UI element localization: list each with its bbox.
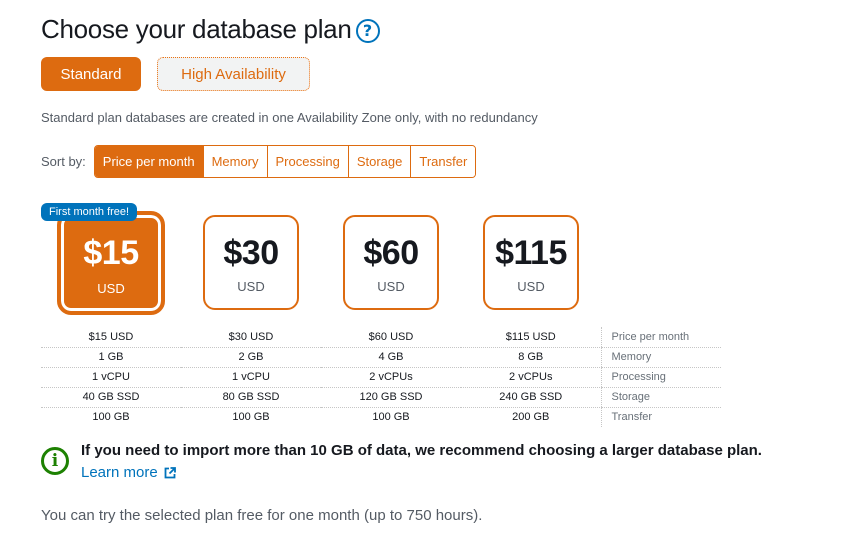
spec-cell: 1 vCPU bbox=[181, 367, 321, 388]
plan-price: $115 bbox=[495, 234, 567, 272]
spec-row-storage: 40 GB SSD 80 GB SSD 120 GB SSD 240 GB SS… bbox=[41, 387, 721, 408]
spec-cell: 2 vCPUs bbox=[321, 367, 461, 388]
import-notice: i If you need to import more than 10 GB … bbox=[41, 440, 762, 484]
sort-transfer[interactable]: Transfer bbox=[410, 146, 476, 177]
spec-cell: 240 GB SSD bbox=[461, 387, 601, 408]
spec-cell: 1 GB bbox=[41, 347, 181, 368]
sort-memory[interactable]: Memory bbox=[202, 146, 267, 177]
plan-price: $60 bbox=[363, 234, 419, 272]
question-circle-icon[interactable]: ? bbox=[355, 18, 380, 43]
info-circle-icon: i bbox=[41, 447, 69, 475]
plan-card-15[interactable]: $15 USD bbox=[57, 211, 165, 315]
external-link-icon bbox=[164, 467, 176, 479]
spec-cell: 2 GB bbox=[181, 347, 321, 368]
learn-more-link[interactable]: Learn more bbox=[81, 462, 176, 484]
first-month-free-badge: First month free! bbox=[41, 203, 138, 221]
plan-currency: USD bbox=[517, 279, 545, 294]
spec-cell: 2 vCPUs bbox=[461, 367, 601, 388]
spec-row-processing: 1 vCPU 1 vCPU 2 vCPUs 2 vCPUs Processing bbox=[41, 367, 721, 388]
spec-cell: 4 GB bbox=[321, 347, 461, 368]
spec-cell: $30 USD bbox=[181, 327, 321, 348]
plan-currency: USD bbox=[377, 279, 405, 294]
spec-row-memory: 1 GB 2 GB 4 GB 8 GB Memory bbox=[41, 347, 721, 368]
plan-type-toggle: Standard High Availability bbox=[41, 57, 310, 91]
spec-cell: $115 USD bbox=[461, 327, 601, 348]
spec-label: Processing bbox=[600, 367, 721, 388]
header: Choose your database plan ? bbox=[41, 14, 380, 45]
spec-cell: $60 USD bbox=[321, 327, 461, 348]
plan-currency: USD bbox=[237, 279, 265, 294]
sort-price-per-month[interactable]: Price per month bbox=[94, 146, 203, 177]
free-trial-note: You can try the selected plan free for o… bbox=[41, 507, 483, 524]
sort-options: Price per month Memory Processing Storag… bbox=[93, 145, 477, 178]
spec-label: Transfer bbox=[600, 407, 721, 427]
spec-row-price: $15 USD $30 USD $60 USD $115 USD Price p… bbox=[41, 327, 721, 348]
plan-card-30[interactable]: $30 USD bbox=[203, 215, 299, 310]
plan-price: $15 bbox=[83, 234, 139, 272]
sort-storage[interactable]: Storage bbox=[347, 146, 411, 177]
spec-cell: 1 vCPU bbox=[41, 367, 181, 388]
spec-label: Price per month bbox=[600, 327, 721, 348]
learn-more-label: Learn more bbox=[81, 464, 158, 481]
plan-price: $30 bbox=[223, 234, 279, 272]
spec-cell: 40 GB SSD bbox=[41, 387, 181, 408]
spec-cell: 80 GB SSD bbox=[181, 387, 321, 408]
plan-cards: First month free! $15 USD $30 USD $60 US… bbox=[0, 200, 842, 320]
plan-card-60[interactable]: $60 USD bbox=[343, 215, 439, 310]
spec-cell: 200 GB bbox=[512, 411, 550, 424]
sort-processing[interactable]: Processing bbox=[266, 146, 348, 177]
page-title: Choose your database plan bbox=[41, 14, 352, 44]
spec-cell: 8 GB bbox=[461, 347, 601, 368]
spec-row-transfer: 100 GB 100 GB 100 GB 200 GB Transfer bbox=[41, 407, 721, 427]
spec-label: Memory bbox=[600, 347, 721, 368]
spec-cell: $15 USD bbox=[41, 327, 181, 348]
plan-spec-table: $15 USD $30 USD $60 USD $115 USD Price p… bbox=[41, 327, 721, 427]
sort-bar: Sort by: Price per month Memory Processi… bbox=[41, 145, 477, 178]
plan-description: Standard plan databases are created in o… bbox=[41, 110, 538, 125]
spec-cell: 100 GB bbox=[372, 411, 410, 424]
plan-standard-button[interactable]: Standard bbox=[41, 57, 141, 91]
plan-high-availability-button[interactable]: High Availability bbox=[157, 57, 310, 91]
plan-card-115[interactable]: $115 USD bbox=[483, 215, 579, 310]
plan-currency: USD bbox=[97, 281, 125, 296]
spec-cell: 100 GB bbox=[92, 411, 130, 424]
sort-label: Sort by: bbox=[41, 154, 86, 169]
spec-cell: 100 GB bbox=[232, 411, 270, 424]
spec-label: Storage bbox=[600, 387, 721, 408]
notice-text: If you need to import more than 10 GB of… bbox=[81, 442, 762, 459]
spec-cell: 120 GB SSD bbox=[321, 387, 461, 408]
